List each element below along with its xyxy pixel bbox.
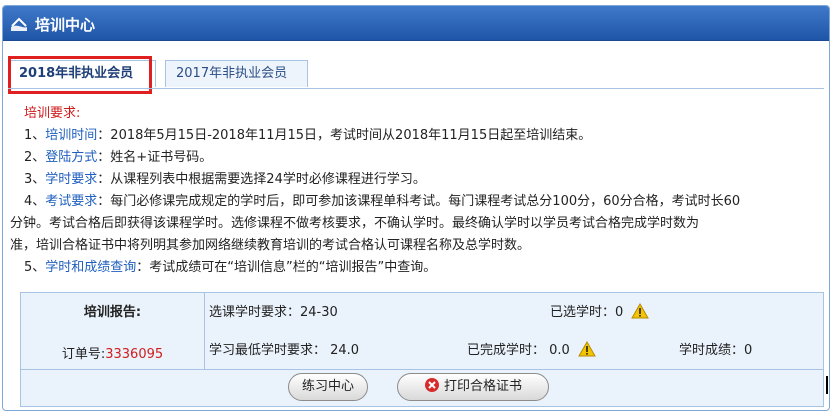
completed-hours-wrap: 已完成学时： 0.0 [467, 339, 596, 358]
requirement-item: 3、学时要求：从课程列表中根据需要选择24学时必修课程进行学习。 [24, 169, 824, 191]
requirement-item: 2、登陆方式：姓名+证书号码。 [24, 147, 824, 169]
item-text: ：每门必修课完成规定的学时后，即可参加该课程单科考试。每门课程考试总分100分，… [97, 194, 741, 209]
item-prefix: 4、 [24, 194, 46, 209]
button-row: 练习中心 打印合格证书 [21, 373, 823, 403]
close-icon [424, 378, 439, 392]
warning-icon [631, 303, 650, 319]
text-cursor [826, 376, 828, 394]
order-number: 订单号:3336095 [21, 343, 204, 362]
item-text: ：姓名+证书号码。 [97, 150, 213, 165]
title-bar: 培训中心 [3, 6, 829, 41]
item-text: ：考试成绩可在“培训信息”栏的“培训报告”中查询。 [136, 260, 437, 275]
order-value: 3336095 [105, 347, 164, 362]
min-hours: 学习最低学时要求： 24.0 [209, 343, 360, 358]
report-right-cell: 选课学时要求：24-30 已选学时：0 学习最低学时要求： 24.0 已完成学时… [205, 293, 823, 370]
requirement-continuation: 分钟。考试合格后即获得该课程学时。选修课程不做考核要求，不确认学时。最终确认学时… [10, 216, 700, 231]
tab-2017[interactable]: 2017年非执业会员 [165, 60, 308, 87]
required-hours: 选课学时要求：24-30 [209, 305, 338, 320]
requirement-continuation: 准，培训合格证书中将列明其参加网络继续教育培训的考试合格认可课程名称及总学时数。 [10, 238, 531, 253]
item-prefix: 5、 [24, 260, 46, 275]
completed-hours: 已完成学时： 0.0 [467, 343, 570, 358]
requirement-item: 4、考试要求：每门必修课完成规定的学时后，即可参加该课程单科考试。每门课程考试总… [24, 191, 824, 213]
print-certificate-label: 打印合格证书 [443, 379, 522, 394]
requirement-item: 5、学时和成绩查询：考试成绩可在“培训信息”栏的“培训报告”中查询。 [24, 257, 824, 279]
score: 学时成绩：0 [679, 343, 753, 358]
item-text: ：从课程列表中根据需要选择24学时必修课程进行学习。 [97, 172, 426, 187]
print-certificate-button[interactable]: 打印合格证书 [397, 373, 549, 401]
item-prefix: 3、 [24, 172, 46, 187]
item-prefix: 1、 [24, 128, 46, 143]
report-left-cell: 培训报告: 订单号:3336095 [21, 293, 205, 370]
warning-icon [578, 341, 596, 357]
tab-divider [8, 88, 824, 89]
selected-hours-wrap: 已选学时：0 [550, 301, 650, 320]
item-text: ：2018年5月15日-2018年11月15日，考试时间从2018年11月15日… [97, 128, 592, 143]
requirement-item: 1、培训时间：2018年5月15日-2018年11月15日，考试时间从2018年… [24, 125, 824, 147]
item-key: 学时要求 [45, 172, 98, 187]
item-key: 考试要求 [45, 194, 98, 209]
requirements-heading: 培训要求: [24, 106, 81, 121]
item-key: 学时和成绩查询 [45, 260, 137, 275]
app-logo-icon [11, 17, 27, 31]
item-prefix: 2、 [24, 150, 46, 165]
item-key: 培训时间 [45, 128, 98, 143]
window-title: 培训中心 [35, 16, 96, 34]
requirements-section: 培训要求: 1、培训时间：2018年5月15日-2018年11月15日，考试时间… [10, 103, 824, 279]
order-label: 订单号: [61, 347, 106, 362]
training-report: 培训报告: 订单号:3336095 选课学时要求：24-30 已选学时：0 学习… [20, 292, 824, 407]
item-key: 登陆方式 [45, 150, 98, 165]
practice-center-button[interactable]: 练习中心 [288, 373, 368, 401]
selected-hours: 已选学时：0 [550, 305, 624, 320]
report-heading: 培训报告: [83, 305, 142, 320]
